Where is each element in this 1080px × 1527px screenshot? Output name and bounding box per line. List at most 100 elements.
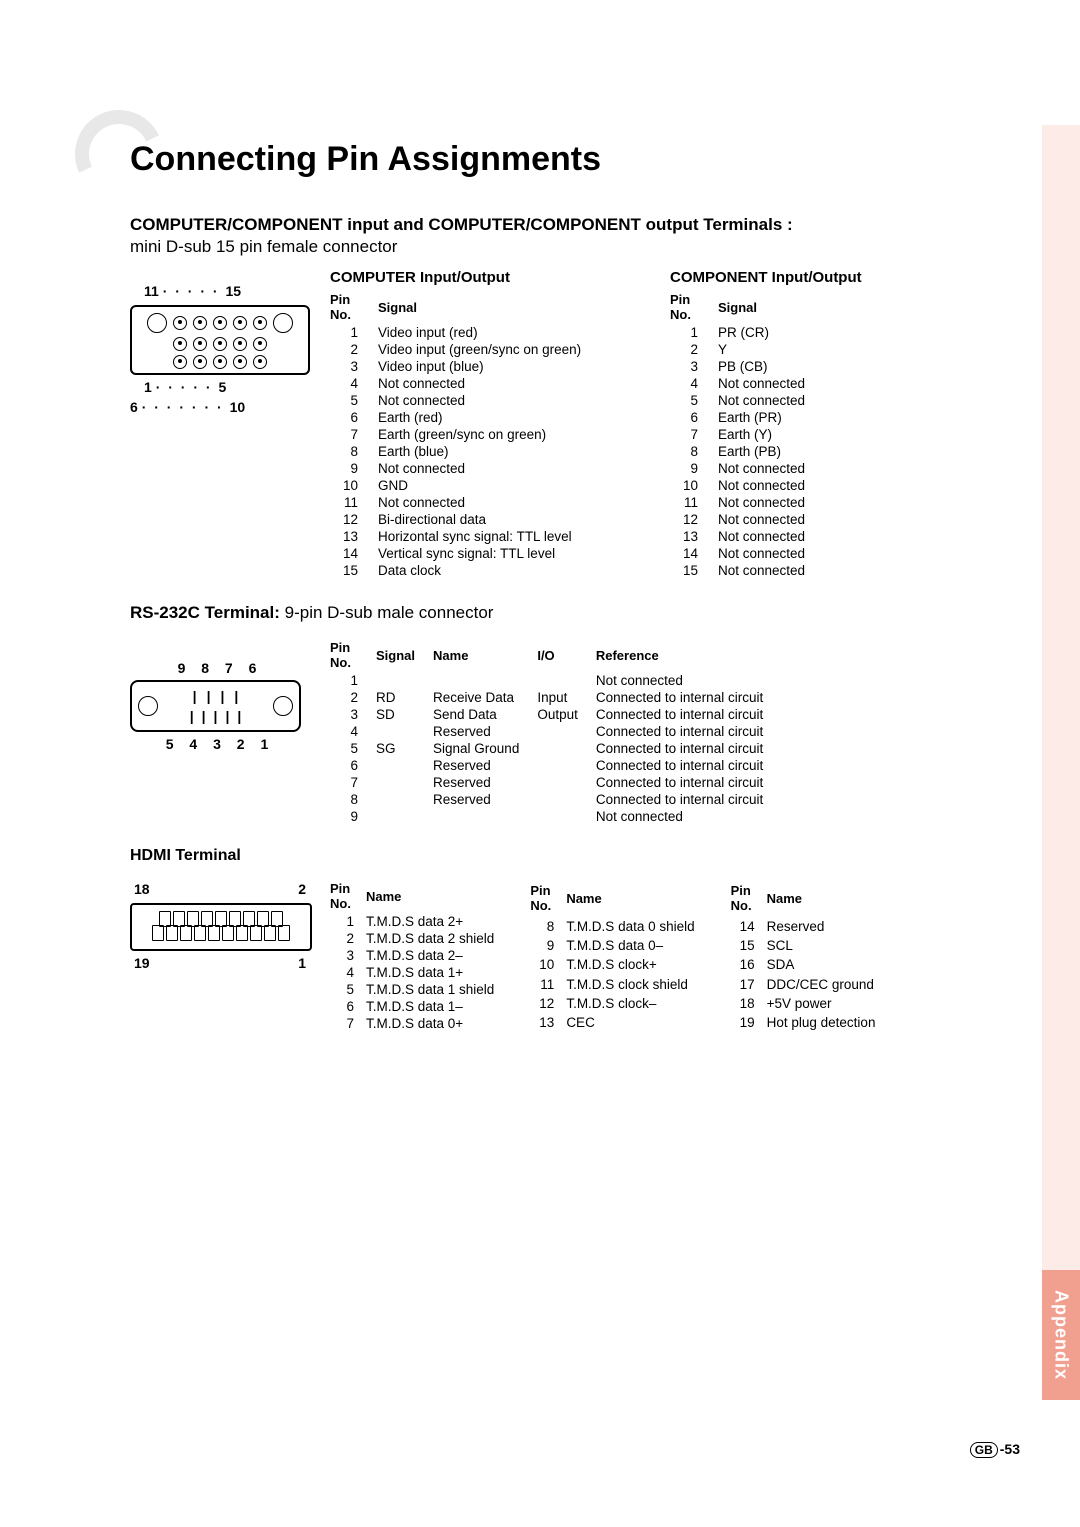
cell: Not connected bbox=[718, 494, 819, 511]
cell: Input bbox=[537, 689, 596, 706]
table-row: 1Video input (red) bbox=[330, 324, 595, 341]
cell: T.M.D.S data 2 shield bbox=[366, 930, 506, 947]
cell: PB (CB) bbox=[718, 358, 819, 375]
cell: Hot plug detection bbox=[767, 1013, 888, 1032]
cell bbox=[376, 757, 433, 774]
th-name: Name bbox=[366, 881, 506, 913]
cell: Connected to internal circuit bbox=[596, 740, 781, 757]
computer-io-column: COMPUTER Input/Output Pin No. Signal 1Vi… bbox=[330, 269, 650, 579]
th-pinno: Pin No. bbox=[330, 292, 378, 324]
table-row: 10Not connected bbox=[670, 477, 819, 494]
cell: Connected to internal circuit bbox=[596, 757, 781, 774]
dots-icon: · · · · · bbox=[163, 283, 226, 299]
cell: Bi-directional data bbox=[378, 511, 595, 528]
cell: 1 bbox=[670, 324, 718, 341]
cell: 2 bbox=[330, 341, 378, 358]
title-area: Connecting Pin Assignments bbox=[85, 110, 601, 179]
cell: SG bbox=[376, 740, 433, 757]
cell: 5 bbox=[670, 392, 718, 409]
cell: 14 bbox=[330, 545, 378, 562]
hdmi-table-col2: Pin No.Name 8T.M.D.S data 0 shield9T.M.D… bbox=[530, 881, 706, 1032]
table-row: 15SCL bbox=[731, 936, 888, 955]
computer-io-table: Pin No. Signal 1Video input (red)2Video … bbox=[330, 292, 595, 579]
table-row: 4Not connected bbox=[330, 375, 595, 392]
table-row: 14Not connected bbox=[670, 545, 819, 562]
cell: Connected to internal circuit bbox=[596, 706, 781, 723]
table-row: 8ReservedConnected to internal circuit bbox=[330, 791, 781, 808]
cell: 14 bbox=[731, 917, 767, 936]
cell: Connected to internal circuit bbox=[596, 774, 781, 791]
dots-icon: · · · · · · · bbox=[142, 399, 230, 415]
table-row: 9Not connected bbox=[330, 460, 595, 477]
cell: 13 bbox=[530, 1013, 566, 1032]
dsub15-diagram: 11 · · · · · 15 bbox=[130, 269, 310, 579]
table-row: 7Earth (green/sync on green) bbox=[330, 426, 595, 443]
table-row: 5SGSignal GroundConnected to internal ci… bbox=[330, 740, 781, 757]
cell: Data clock bbox=[378, 562, 595, 579]
cell: Not connected bbox=[718, 375, 819, 392]
cell: 14 bbox=[670, 545, 718, 562]
cell bbox=[537, 791, 596, 808]
cell: 15 bbox=[330, 562, 378, 579]
cell: T.M.D.S data 1– bbox=[366, 998, 506, 1015]
cell: Not connected bbox=[718, 545, 819, 562]
cell: Y bbox=[718, 341, 819, 358]
pin-label-11: 11 bbox=[144, 283, 159, 299]
cell: 1 bbox=[330, 672, 376, 689]
cell: Not connected bbox=[378, 375, 595, 392]
table-row: 4T.M.D.S data 1+ bbox=[330, 964, 506, 981]
cell: Earth (blue) bbox=[378, 443, 595, 460]
cell: Connected to internal circuit bbox=[596, 791, 781, 808]
table-row: 9Not connected bbox=[330, 808, 781, 825]
table-row: 6 Reserved Connected to internal circuit bbox=[330, 757, 781, 774]
cell: 10 bbox=[670, 477, 718, 494]
table-row: 1PR (CR) bbox=[670, 324, 819, 341]
th-pinno: Pin No. bbox=[731, 881, 767, 917]
table-row: 17DDC/CEC ground bbox=[731, 975, 888, 994]
cell: Video input (blue) bbox=[378, 358, 595, 375]
hdmi-table-col3: Pin No.Name 14Reserved15SCL16SDA17DDC/CE… bbox=[731, 881, 888, 1032]
cell: Signal Ground bbox=[433, 740, 537, 757]
cell bbox=[376, 723, 433, 740]
cell: Earth (green/sync on green) bbox=[378, 426, 595, 443]
table-row: 18+5V power bbox=[731, 994, 888, 1013]
pin-label-10: 10 bbox=[230, 399, 246, 415]
table-row: 7ReservedConnected to internal circuit bbox=[330, 774, 781, 791]
table-row: 7T.M.D.S data 0+ bbox=[330, 1015, 506, 1032]
th-signal: Signal bbox=[718, 292, 819, 324]
cell: 6 bbox=[330, 757, 376, 774]
cell: Not connected bbox=[718, 528, 819, 545]
th-pinno: Pin No. bbox=[330, 640, 376, 672]
appendix-tab: Appendix bbox=[1042, 1270, 1080, 1400]
cell: Reserved bbox=[433, 757, 537, 774]
cell: 1 bbox=[330, 913, 366, 930]
cell: 9 bbox=[330, 460, 378, 477]
table-row: 6Earth (PR) bbox=[670, 409, 819, 426]
table-row: 12Not connected bbox=[670, 511, 819, 528]
table-row: 7Earth (Y) bbox=[670, 426, 819, 443]
table-row: 3Video input (blue) bbox=[330, 358, 595, 375]
cell: 3 bbox=[670, 358, 718, 375]
cell: 19 bbox=[731, 1013, 767, 1032]
table-row: 8Earth (blue) bbox=[330, 443, 595, 460]
cell bbox=[376, 672, 433, 689]
cell: 4 bbox=[670, 375, 718, 392]
pin-label-5: 5 bbox=[218, 379, 226, 395]
table-row: 1Not connected bbox=[330, 672, 781, 689]
table-row: 14Vertical sync signal: TTL level bbox=[330, 545, 595, 562]
cell: 8 bbox=[330, 443, 378, 460]
cell: Not connected bbox=[378, 460, 595, 477]
pin-label-1: 1 bbox=[298, 955, 306, 971]
cell: Output bbox=[537, 706, 596, 723]
cell: SCL bbox=[767, 936, 888, 955]
table-row: 12T.M.D.S clock– bbox=[530, 994, 706, 1013]
cell: 8 bbox=[530, 917, 566, 936]
cell: Receive Data bbox=[433, 689, 537, 706]
th-pinno: Pin No. bbox=[670, 292, 718, 324]
cell: 12 bbox=[330, 511, 378, 528]
cell: Not connected bbox=[718, 460, 819, 477]
cell: 4 bbox=[330, 964, 366, 981]
side-tab-background bbox=[1042, 125, 1080, 1325]
cell bbox=[376, 791, 433, 808]
cell: 15 bbox=[731, 936, 767, 955]
